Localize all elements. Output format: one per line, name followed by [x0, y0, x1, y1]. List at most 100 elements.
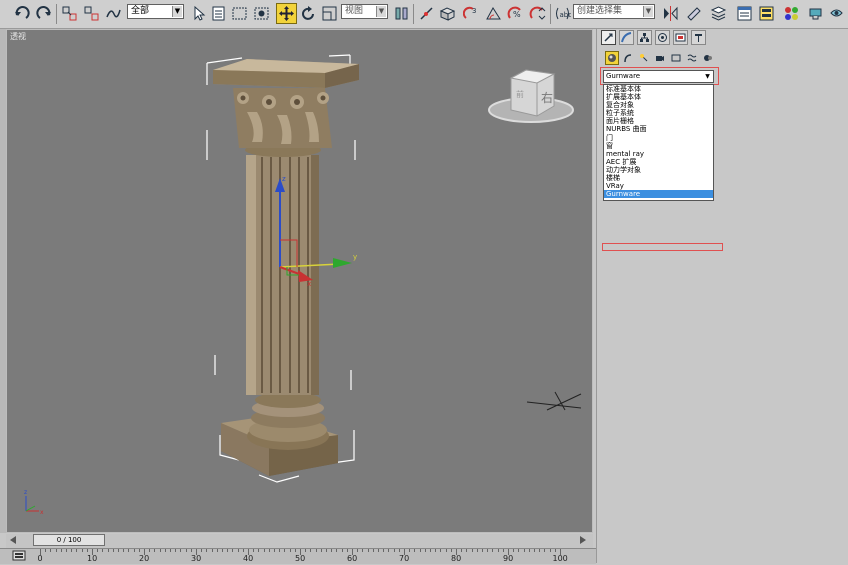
- track-bar-tick: [549, 549, 551, 552]
- angle-snap-toggle-icon[interactable]: [483, 3, 504, 24]
- systems-category-icon[interactable]: [701, 51, 715, 65]
- spinner-snap-toggle-icon[interactable]: [527, 3, 548, 24]
- track-bar-tick: [107, 549, 109, 552]
- track-bar-tick: [424, 549, 426, 552]
- category-option[interactable]: 面片栅格: [604, 117, 713, 125]
- quick-render-icon[interactable]: [826, 3, 847, 24]
- layer-manager-icon[interactable]: [708, 3, 729, 24]
- time-slider-next-icon[interactable]: [578, 536, 588, 544]
- lights-category-icon[interactable]: [637, 51, 651, 65]
- track-bar-tick: [305, 549, 307, 552]
- track-bar-tick: [346, 549, 348, 552]
- select-by-name-icon[interactable]: [208, 3, 229, 24]
- category-option[interactable]: 门: [604, 134, 713, 142]
- category-option-selected[interactable]: Gurnware: [604, 190, 713, 199]
- svg-text:%: %: [513, 10, 521, 19]
- create-tab-icon[interactable]: [601, 30, 616, 45]
- object-category-dropdown[interactable]: Gurnware ▼: [603, 70, 714, 83]
- schematic-view-icon[interactable]: [756, 3, 777, 24]
- rectangular-selection-icon[interactable]: [229, 3, 250, 24]
- track-bar-tick: [435, 549, 437, 552]
- track-bar-tick-label: 90: [503, 554, 514, 563]
- scene-point-helper: [526, 391, 582, 411]
- display-tab-icon[interactable]: [673, 30, 688, 45]
- redo-icon[interactable]: [33, 3, 54, 24]
- track-bar-tick: [232, 549, 234, 552]
- undo-icon[interactable]: [12, 3, 33, 24]
- named-selection-dropdown[interactable]: 创建选择集 ▼: [573, 4, 655, 19]
- select-and-link-icon[interactable]: [59, 3, 80, 24]
- select-and-scale-icon[interactable]: [319, 3, 340, 24]
- track-bar-tick-label: 100: [552, 554, 568, 563]
- reference-coordinate-dropdown[interactable]: 视图 ▼: [341, 4, 388, 19]
- perspective-viewport[interactable]: 透视 z y x 右 前 z x: [6, 29, 593, 533]
- category-option[interactable]: 动力学对象: [604, 166, 713, 174]
- track-bar-tick: [211, 549, 213, 552]
- select-and-move-icon[interactable]: [276, 3, 297, 24]
- track-bar-tick: [430, 549, 431, 552]
- track-bar-tick: [367, 549, 369, 552]
- select-and-manipulate-icon[interactable]: [416, 3, 437, 24]
- select-object-icon[interactable]: [188, 3, 209, 24]
- track-bar-tick: [123, 549, 125, 552]
- command-panel-tabs: [599, 29, 721, 46]
- world-axis-z-label: z: [24, 489, 27, 496]
- geometry-category-icon[interactable]: [605, 51, 619, 65]
- category-option[interactable]: AEC 扩展: [604, 158, 713, 166]
- toolbar-separator: [56, 4, 57, 24]
- modify-tab-icon[interactable]: [619, 30, 634, 45]
- track-bar-tick-label: 60: [347, 554, 358, 563]
- shapes-category-icon[interactable]: [621, 51, 635, 65]
- category-option[interactable]: 楼梯: [604, 174, 713, 182]
- use-pivot-center-icon[interactable]: [391, 3, 412, 24]
- time-slider-prev-icon[interactable]: [8, 536, 18, 544]
- track-bar-tick: [398, 549, 400, 552]
- category-option[interactable]: 标准基本体: [604, 85, 713, 93]
- track-bar-tick: [466, 549, 468, 552]
- category-option[interactable]: 粒子系统: [604, 109, 713, 117]
- keyboard-shortcut-override-icon[interactable]: [437, 3, 458, 24]
- snaps-toggle-icon[interactable]: 3: [461, 3, 482, 24]
- hierarchy-tab-icon[interactable]: [637, 30, 652, 45]
- track-bar-tick: [206, 549, 208, 552]
- track-bar-tick-label: 10: [87, 554, 98, 563]
- track-bar-tick: [60, 549, 62, 552]
- track-bar-tick: [492, 549, 494, 552]
- track-bar-tick: [71, 549, 73, 552]
- track-bar-tick: [518, 549, 520, 552]
- svg-text:3: 3: [472, 7, 476, 15]
- curve-editor-icon[interactable]: [734, 3, 755, 24]
- track-bar-tick: [534, 549, 535, 552]
- motion-tab-icon[interactable]: [655, 30, 670, 45]
- category-option[interactable]: 扩展基本体: [604, 93, 713, 101]
- time-slider[interactable]: 0 / 100: [33, 534, 105, 546]
- category-option[interactable]: VRay: [604, 182, 713, 190]
- track-bar-tick: [268, 549, 270, 552]
- space-warps-category-icon[interactable]: [685, 51, 699, 65]
- bind-to-space-warp-icon[interactable]: [103, 3, 124, 24]
- category-option[interactable]: mental ray: [604, 150, 713, 158]
- object-category-value: Gurnware: [606, 72, 641, 80]
- window-crossing-icon[interactable]: [251, 3, 272, 24]
- category-option[interactable]: 窗: [604, 142, 713, 150]
- edit-named-selection-icon[interactable]: abc: [552, 3, 573, 24]
- selection-filter-dropdown[interactable]: 全部 ▼: [127, 4, 184, 19]
- helpers-category-icon[interactable]: [669, 51, 683, 65]
- mirror-icon[interactable]: [660, 3, 681, 24]
- unlink-selection-icon[interactable]: [81, 3, 102, 24]
- mini-curve-editor-icon[interactable]: [12, 549, 26, 562]
- utilities-tab-icon[interactable]: [691, 30, 706, 45]
- material-editor-icon[interactable]: [781, 3, 802, 24]
- track-bar-tick: [86, 549, 88, 552]
- select-and-rotate-icon[interactable]: [298, 3, 319, 24]
- category-option[interactable]: 复合对象: [604, 101, 713, 109]
- align-icon[interactable]: [683, 3, 704, 24]
- track-bar-tick: [81, 549, 83, 552]
- category-option[interactable]: NURBS 曲面: [604, 125, 713, 133]
- percent-snap-toggle-icon[interactable]: %: [505, 3, 526, 24]
- track-bar-tick: [112, 549, 114, 552]
- cameras-category-icon[interactable]: [653, 51, 667, 65]
- track-bar-tick: [222, 549, 223, 552]
- track-bar-tick: [476, 549, 478, 552]
- render-setup-icon[interactable]: [805, 3, 826, 24]
